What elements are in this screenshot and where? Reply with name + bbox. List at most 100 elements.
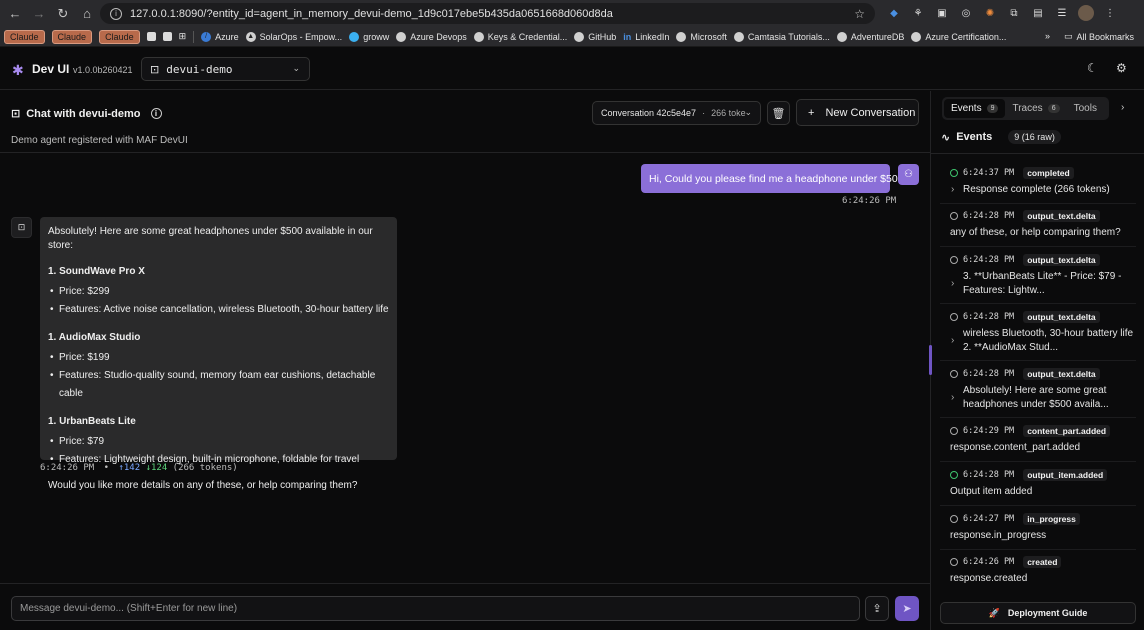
- clock-icon: [950, 370, 958, 378]
- conversation-id: Conversation 42c5e4e7: [601, 108, 697, 118]
- extension-icon[interactable]: ▣: [934, 5, 950, 21]
- event-item[interactable]: 6:24:26 PM created response.created: [950, 556, 1136, 586]
- event-summary: Output item added: [950, 486, 1033, 497]
- bookmark-microsoft[interactable]: Microsoft: [676, 31, 727, 42]
- event-item[interactable]: 6:24:28 PM output_item.added Output item …: [950, 469, 1136, 499]
- resize-handle[interactable]: [929, 345, 932, 375]
- event-summary: any of these, or help comparing them?: [950, 227, 1121, 238]
- tab-tools[interactable]: Tools: [1067, 99, 1104, 118]
- bookmark-solarops[interactable]: ▲ SolarOps - Empow...: [245, 31, 342, 42]
- bookmark-linkedin[interactable]: in LinkedIn: [623, 32, 669, 42]
- bookmark-icon[interactable]: [146, 32, 156, 41]
- product-price: Price: $299: [48, 283, 389, 301]
- bot-icon: ⊡: [11, 108, 21, 120]
- divider: [931, 153, 1144, 154]
- chat-title: ⊡ Chat with devui-demo i: [11, 107, 162, 120]
- tab-traces[interactable]: Traces 6: [1005, 99, 1066, 118]
- bookmark-azure-cert[interactable]: Azure Certification...: [911, 31, 1006, 42]
- globe-icon: [911, 31, 922, 42]
- tab-count-badge: 9: [986, 104, 999, 113]
- profile-avatar[interactable]: [1078, 5, 1094, 21]
- event-item[interactable]: 6:24:37 PMcompleted Response complete (2…: [950, 167, 1136, 197]
- bookmark-adventuredb[interactable]: AdventureDB: [836, 31, 904, 42]
- divider: [940, 360, 1136, 361]
- divider: [940, 505, 1136, 506]
- back-arrow-icon[interactable]: ←: [6, 5, 24, 23]
- all-bookmarks-button[interactable]: ▭ All Bookmarks: [1064, 31, 1134, 42]
- bookmark-github[interactable]: GitHub: [574, 31, 616, 42]
- conversation-selector[interactable]: Conversation 42c5e4e7 · 266 toke ⌄: [592, 101, 761, 125]
- message-input[interactable]: [11, 596, 860, 621]
- theme-toggle-icon[interactable]: ☾: [1087, 61, 1098, 75]
- event-item[interactable]: 6:24:28 PMoutput_text.delta 3. **UrbanBe…: [950, 254, 1136, 298]
- divider: [940, 461, 1136, 462]
- event-summary: response.created: [950, 573, 1028, 584]
- bookmark-claude[interactable]: Claude: [4, 29, 45, 44]
- home-icon[interactable]: ⌂: [78, 5, 96, 23]
- chevron-down-icon: ⌄: [744, 107, 752, 117]
- assistant-intro: Absolutely! Here are some great headphon…: [48, 226, 373, 251]
- address-bar[interactable]: i 127.0.0.1:8090/?entity_id=agent_in_mem…: [100, 3, 875, 24]
- event-type-badge: created: [1023, 556, 1062, 568]
- puzzle-icon[interactable]: ⧉: [1006, 5, 1022, 21]
- globe-icon: [473, 31, 484, 42]
- extension-icon[interactable]: ◆: [886, 5, 902, 21]
- activity-icon: ∿: [941, 131, 951, 144]
- new-conversation-button[interactable]: + New Conversation: [796, 99, 919, 126]
- entity-selector[interactable]: ⊡ devui-demo ⌄: [141, 57, 310, 81]
- tab-count-badge: 6: [1047, 104, 1060, 113]
- event-item[interactable]: 6:24:28 PMoutput_text.delta Absolutely! …: [950, 368, 1136, 412]
- extension-icon[interactable]: ⚘: [910, 5, 926, 21]
- delete-conversation-button[interactable]: 🗑: [767, 101, 790, 125]
- bookmark-star-icon[interactable]: ☆: [854, 7, 865, 21]
- deployment-guide-button[interactable]: 🚀 Deployment Guide: [940, 602, 1136, 624]
- groww-icon: [349, 31, 360, 42]
- event-item[interactable]: 6:24:28 PMoutput_text.delta wireless Blu…: [950, 311, 1136, 355]
- sidepanel-icon[interactable]: ▤: [1030, 5, 1046, 21]
- globe-icon: [676, 31, 687, 42]
- bookmark-groww[interactable]: groww: [349, 31, 389, 42]
- product-title: 1. SoundWave Pro X: [48, 266, 145, 277]
- bookmark-claude[interactable]: Claude: [51, 29, 93, 44]
- debug-tabs: Events 9 Traces 6 Tools: [942, 97, 1109, 120]
- github-icon: [574, 31, 585, 42]
- info-icon[interactable]: i: [150, 108, 162, 119]
- clock-icon: [950, 256, 958, 264]
- reading-list-icon[interactable]: ☰: [1054, 5, 1070, 21]
- message-composer: ⇪ ➤: [0, 583, 930, 630]
- bookmark-camtasia[interactable]: Camtasia Tutorials...: [733, 31, 830, 42]
- extension-icon[interactable]: ✺: [982, 5, 998, 21]
- forward-arrow-icon[interactable]: →: [30, 5, 48, 23]
- event-item[interactable]: 6:24:27 PM in_progress response.in_progre…: [950, 513, 1136, 543]
- linkedin-icon: in: [623, 31, 632, 42]
- user-avatar-icon: ⚇: [898, 164, 919, 185]
- more-bookmarks-button[interactable]: »: [1045, 31, 1050, 42]
- divider: [940, 303, 1136, 304]
- azure-icon: /: [201, 31, 212, 42]
- reload-icon[interactable]: ↻: [54, 5, 72, 23]
- event-item[interactable]: 6:24:29 PM content_part.added response.co…: [950, 425, 1136, 455]
- menu-icon[interactable]: ⋮: [1102, 5, 1118, 21]
- clock-icon: [950, 515, 958, 523]
- bookmarks-bar: Claude Claude Claude ⊞ / Azure ▲ SolarOps …: [0, 27, 1144, 47]
- upload-icon: ⇪: [872, 603, 882, 615]
- tokens-in: ↑142: [118, 463, 141, 473]
- assistant-message-time: 6:24:26 PM: [40, 463, 95, 473]
- send-button[interactable]: ➤: [895, 596, 919, 621]
- product-features: Features: Studio-quality sound, memory f…: [48, 367, 389, 403]
- bookmark-keys[interactable]: Keys & Credential...: [473, 31, 567, 42]
- bookmark-azure[interactable]: / Azure: [201, 31, 239, 42]
- collapse-panel-icon[interactable]: ›: [1121, 102, 1124, 113]
- bookmark-azure-devops[interactable]: Azure Devops: [396, 31, 467, 42]
- event-item[interactable]: 6:24:28 PM output_text.delta any of these…: [950, 210, 1136, 240]
- apps-grid-icon[interactable]: ⊞: [179, 31, 187, 42]
- bookmark-icon[interactable]: [162, 32, 172, 41]
- bot-avatar-icon: ⊡: [11, 217, 32, 238]
- site-info-icon[interactable]: i: [110, 7, 122, 20]
- extension-icon[interactable]: ◎: [958, 5, 974, 21]
- bookmark-claude[interactable]: Claude: [99, 29, 140, 44]
- tab-events[interactable]: Events 9: [944, 99, 1006, 118]
- settings-gear-icon[interactable]: ⚙: [1116, 61, 1127, 75]
- upload-button[interactable]: ⇪: [865, 596, 889, 621]
- bot-icon: ⊡: [150, 63, 160, 76]
